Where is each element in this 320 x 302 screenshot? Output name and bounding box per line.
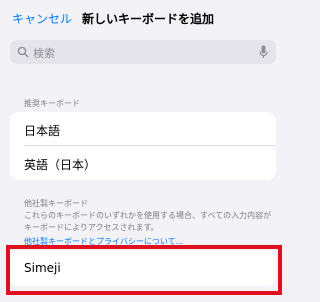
search-icon [17, 46, 29, 58]
keyboard-label: 英語（日本） [24, 158, 97, 172]
third-party-keyboards-header: 他社製キーボード [24, 199, 88, 208]
suggested-keyboards-header: 推奨キーボード [24, 99, 80, 108]
microphone-icon[interactable] [259, 45, 268, 59]
navigation-bar: キャンセル 新しいキーボードを追加 [0, 0, 288, 36]
search-input[interactable]: 検索 [10, 40, 276, 64]
highlight-box [6, 245, 282, 295]
keyboard-label: 日本語 [24, 124, 61, 138]
keyboard-row-japanese[interactable]: 日本語 [10, 112, 276, 146]
search-placeholder: 検索 [33, 47, 55, 60]
suggested-keyboards-list: 日本語 英語（日本） [10, 112, 276, 180]
keyboard-row-english-japan[interactable]: 英語（日本） [10, 146, 276, 180]
third-party-description: これらのキーボードのいずれかを使用する場合、すべての入力内容がキーボードによりア… [24, 211, 272, 232]
cancel-button[interactable]: キャンセル [12, 10, 72, 27]
page-title: 新しいキーボードを追加 [82, 12, 215, 26]
